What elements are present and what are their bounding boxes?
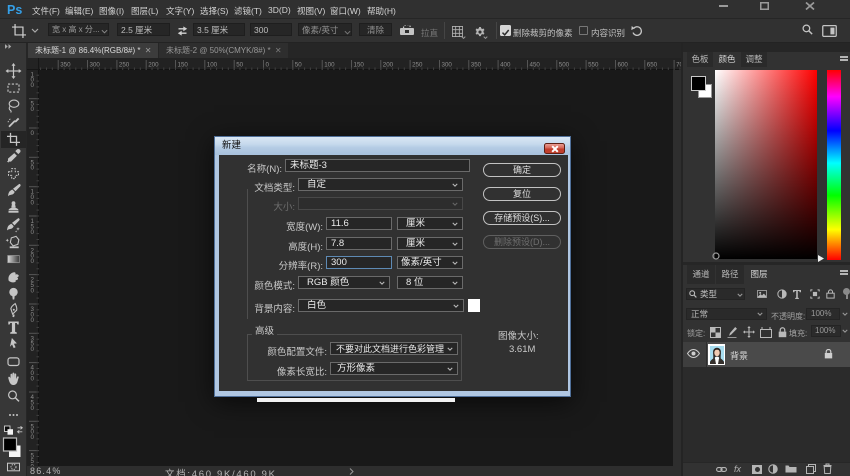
svg-text:150: 150 [178, 62, 189, 69]
svg-text:0: 0 [31, 258, 35, 265]
svg-text:250: 250 [412, 62, 423, 69]
svg-text:50: 50 [236, 62, 243, 69]
svg-text:200: 200 [148, 62, 159, 69]
svg-text:300: 300 [90, 62, 101, 69]
svg-text:0: 0 [31, 317, 35, 324]
svg-text:200: 200 [383, 62, 394, 69]
svg-text:0: 0 [31, 434, 35, 441]
svg-text:0: 0 [266, 62, 270, 69]
svg-text:0: 0 [31, 130, 35, 137]
svg-text:600: 600 [618, 62, 629, 69]
svg-text:250: 250 [119, 62, 130, 69]
svg-text:350: 350 [60, 62, 71, 69]
svg-text:0: 0 [31, 346, 35, 353]
svg-text:0: 0 [31, 405, 35, 412]
svg-text:0: 0 [31, 375, 35, 382]
svg-text:400: 400 [500, 62, 511, 69]
svg-text:0: 0 [31, 287, 35, 294]
svg-text:350: 350 [471, 62, 482, 69]
svg-text:0: 0 [31, 165, 35, 172]
svg-text:50: 50 [295, 62, 302, 69]
svg-text:0: 0 [31, 82, 35, 89]
svg-text:150: 150 [354, 62, 365, 69]
svg-text:450: 450 [530, 62, 541, 69]
svg-text:550: 550 [588, 62, 599, 69]
svg-text:500: 500 [559, 62, 570, 69]
svg-text:0: 0 [31, 200, 35, 207]
svg-text:650: 650 [647, 62, 658, 69]
svg-text:0: 0 [31, 229, 35, 236]
svg-text:100: 100 [324, 62, 335, 69]
svg-text:300: 300 [442, 62, 453, 69]
svg-text:0: 0 [31, 106, 35, 113]
svg-text:100: 100 [207, 62, 218, 69]
